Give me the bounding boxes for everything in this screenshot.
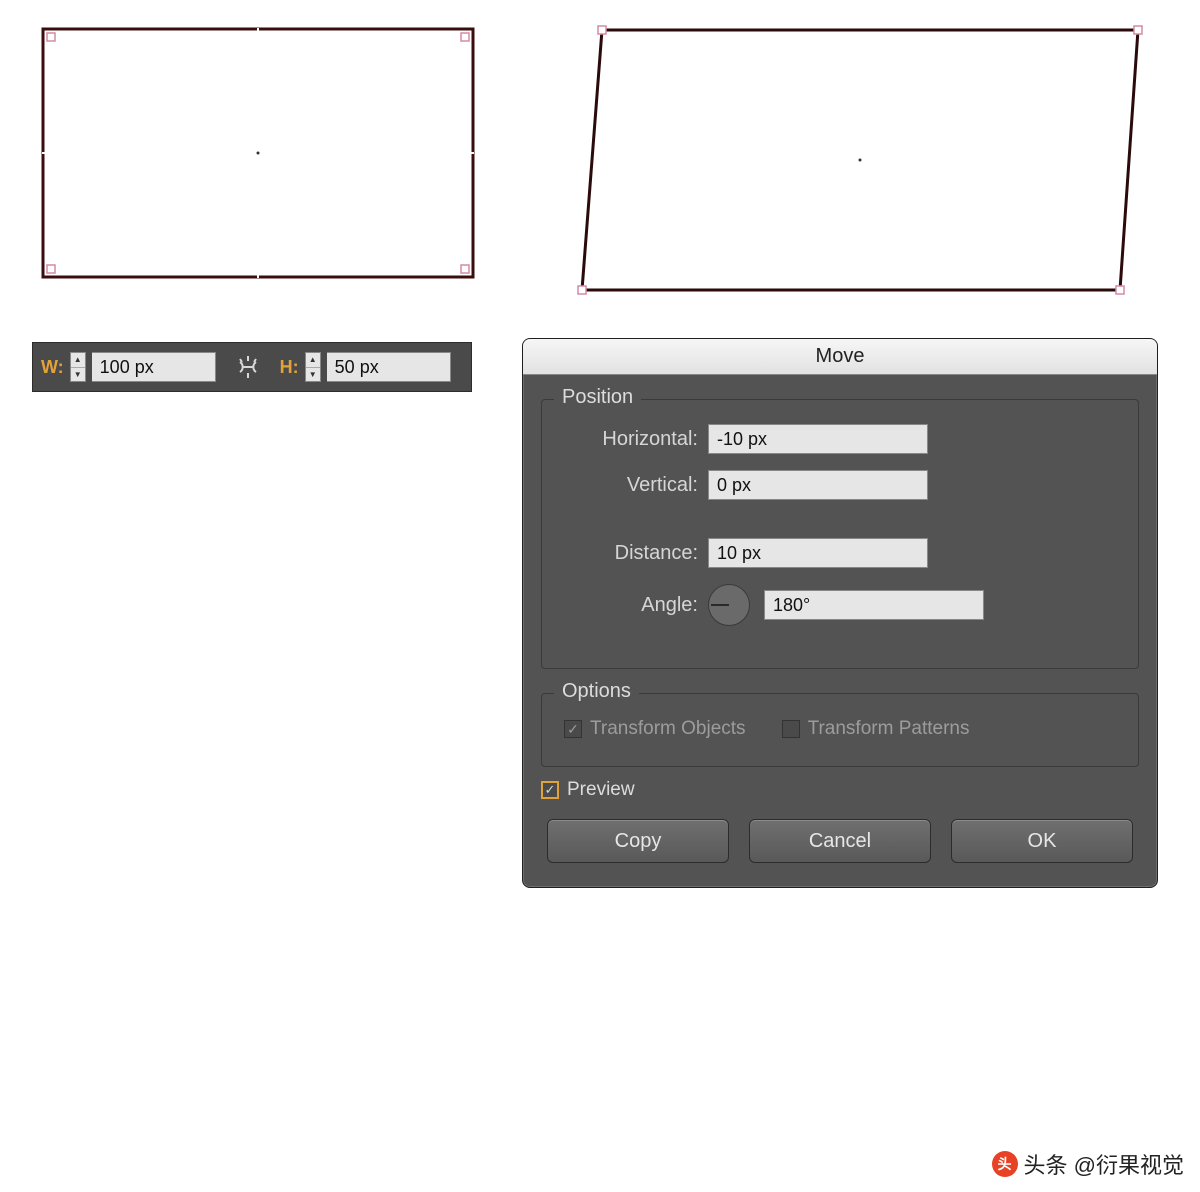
transform-objects-label: Transform Objects — [590, 718, 746, 740]
distance-label: Distance: — [564, 542, 698, 565]
options-legend: Options — [554, 680, 639, 703]
height-stepper[interactable]: ▲ ▼ — [305, 352, 321, 382]
angle-input[interactable] — [764, 590, 984, 620]
stepper-down-icon[interactable]: ▼ — [71, 368, 85, 382]
watermark: 头 头条 @衍果视觉 — [992, 1148, 1184, 1180]
vertical-input[interactable] — [708, 470, 928, 500]
stepper-up-icon[interactable]: ▲ — [306, 353, 320, 368]
horizontal-label: Horizontal: — [564, 428, 698, 451]
copy-button[interactable]: Copy — [547, 819, 729, 863]
canvas-rect-skewed[interactable] — [580, 28, 1140, 292]
width-input[interactable] — [92, 352, 216, 382]
checkmark-icon: ✓ — [564, 720, 582, 738]
move-dialog: Move Position Horizontal: Vertical: Dist… — [522, 338, 1158, 888]
preview-checkbox[interactable]: ✓ Preview — [541, 779, 635, 801]
stepper-down-icon[interactable]: ▼ — [306, 368, 320, 382]
transform-patterns-checkbox[interactable]: Transform Patterns — [782, 718, 970, 740]
checkbox-empty-icon — [782, 720, 800, 738]
checkmark-icon: ✓ — [541, 781, 559, 799]
position-legend: Position — [554, 386, 641, 409]
angle-label: Angle: — [564, 594, 698, 617]
position-group: Position Horizontal: Vertical: Distance:… — [541, 399, 1139, 669]
distance-input[interactable] — [708, 538, 928, 568]
watermark-text: 头条 @衍果视觉 — [1024, 1148, 1184, 1180]
transform-patterns-label: Transform Patterns — [808, 718, 970, 740]
dialog-title: Move — [523, 339, 1157, 375]
transform-objects-checkbox[interactable]: ✓ Transform Objects — [564, 718, 746, 740]
watermark-icon: 头 — [992, 1151, 1018, 1177]
link-dimensions-icon[interactable] — [232, 351, 264, 383]
height-label: H: — [280, 357, 299, 378]
height-input[interactable] — [327, 352, 451, 382]
width-stepper[interactable]: ▲ ▼ — [70, 352, 86, 382]
horizontal-input[interactable] — [708, 424, 928, 454]
dimensions-toolbar: W: ▲ ▼ H: ▲ ▼ — [32, 342, 472, 392]
preview-label: Preview — [567, 779, 635, 801]
ok-button[interactable]: OK — [951, 819, 1133, 863]
canvas-rect-original[interactable] — [42, 28, 474, 278]
options-group: Options ✓ Transform Objects Transform Pa… — [541, 693, 1139, 767]
width-label: W: — [41, 357, 64, 378]
cancel-button[interactable]: Cancel — [749, 819, 931, 863]
stepper-up-icon[interactable]: ▲ — [71, 353, 85, 368]
vertical-label: Vertical: — [564, 474, 698, 497]
angle-dial[interactable] — [708, 584, 750, 626]
